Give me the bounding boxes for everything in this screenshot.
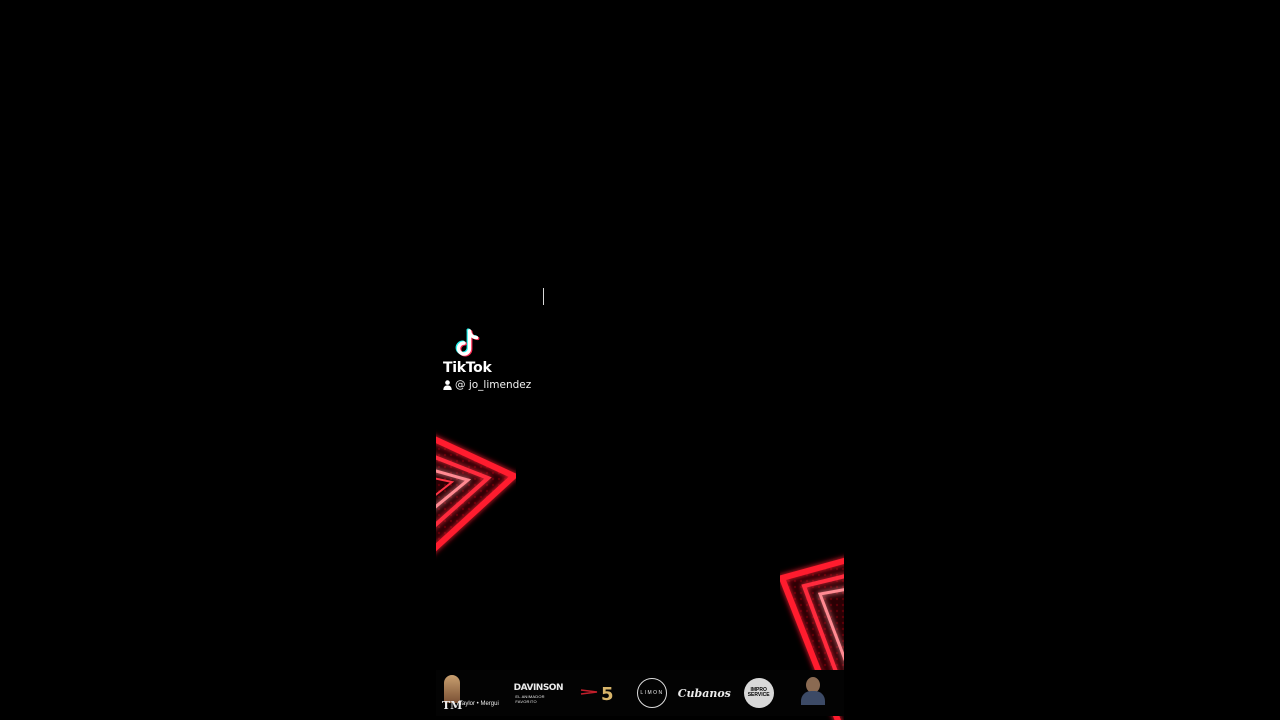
sponsor-logo-cubanos: Cubanos	[677, 686, 731, 700]
sponsor-davinson-name: DAVINSON	[513, 682, 564, 693]
screen: TikTok @ jo_limendez TM Taylor • Mergui …	[0, 0, 1280, 720]
text-cursor	[543, 288, 544, 305]
sponsor-logo-davinson: DAVINSON EL ANIMADOR FAVORITO	[513, 673, 564, 713]
portrait-body	[800, 691, 825, 705]
tiktok-wordmark: TikTok	[443, 360, 492, 376]
sponsor-logo-five: 5	[577, 673, 621, 713]
username-label: @ jo_limendez	[455, 379, 532, 391]
sponsor-badge-mark: IMPRO SERVICE	[743, 678, 774, 708]
neon-chevron-left	[436, 436, 516, 552]
user-icon	[443, 380, 452, 390]
creator-username: @ jo_limendez	[443, 379, 531, 391]
sponsor-logo-badge: IMPRO SERVICE	[741, 673, 777, 713]
five-emblem-icon: 5	[580, 684, 614, 705]
sponsor-logo-portrait	[792, 673, 838, 713]
video-frame[interactable]: TikTok @ jo_limendez TM Taylor • Mergui …	[436, 0, 844, 720]
sponsor-limon-mark: LIMON	[636, 678, 667, 708]
sponsor-logo-limon: LIMON	[636, 673, 668, 713]
sponsor-logo-tm: TM Taylor • Mergui	[442, 673, 500, 713]
tiktok-watermark: TikTok @ jo_limendez	[443, 328, 531, 391]
sponsor-tm-name: Taylor • Mergui	[459, 701, 499, 707]
tiktok-note-icon	[455, 328, 480, 357]
sponsor-davinson-tagline: EL ANIMADOR FAVORITO	[515, 693, 545, 704]
sponsor-five-mark: 5	[601, 684, 614, 705]
sponsor-logo-strip: TM Taylor • Mergui DAVINSON EL ANIMADOR …	[436, 670, 844, 716]
